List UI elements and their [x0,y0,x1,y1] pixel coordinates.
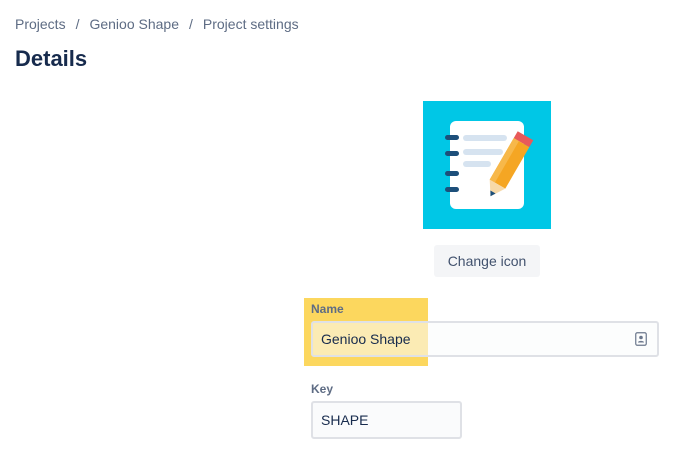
name-label: Name [311,302,344,316]
contact-card-icon[interactable] [635,332,647,346]
name-input[interactable] [313,323,631,355]
name-field[interactable] [311,321,659,357]
change-icon-button[interactable]: Change icon [434,245,540,277]
page-title: Details [15,46,88,71]
project-details-page: Projects / Genioo Shape / Project settin… [0,0,689,456]
breadcrumb-separator: / [189,16,193,32]
breadcrumb-item-project-settings[interactable]: Project settings [203,16,299,32]
breadcrumb: Projects / Genioo Shape / Project settin… [15,16,299,32]
key-label: Key [311,382,334,396]
notebook-pencil-icon [445,121,534,209]
key-field[interactable] [311,401,462,439]
key-input[interactable] [313,403,461,437]
breadcrumb-item-project[interactable]: Genioo Shape [89,16,179,32]
breadcrumb-item-projects[interactable]: Projects [15,16,66,32]
breadcrumb-separator: / [75,16,80,32]
project-avatar [423,101,551,229]
